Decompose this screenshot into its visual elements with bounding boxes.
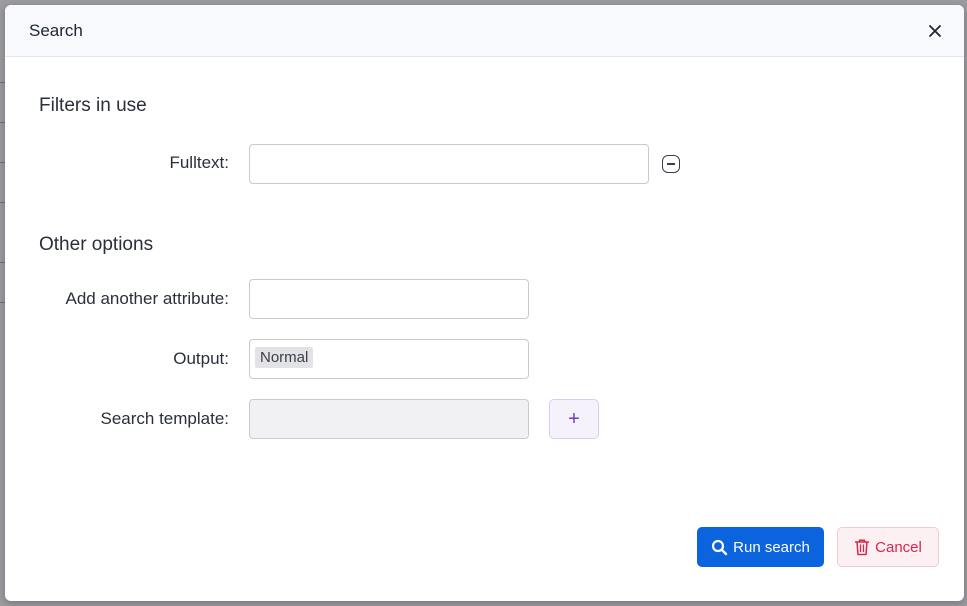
- run-search-button[interactable]: Run search: [697, 527, 824, 567]
- cancel-button[interactable]: Cancel: [837, 527, 939, 567]
- plus-icon: +: [568, 407, 580, 430]
- fulltext-label: Fulltext:: [169, 153, 229, 172]
- search-icon: [712, 539, 728, 555]
- add-template-button[interactable]: +: [549, 399, 599, 439]
- run-search-label: Run search: [733, 538, 810, 556]
- dialog-header: Search: [5, 5, 964, 57]
- output-selected-tag[interactable]: Normal: [255, 347, 314, 368]
- add-attribute-label: Add another attribute:: [65, 289, 229, 308]
- add-attribute-input[interactable]: [250, 280, 528, 318]
- trash-icon: [854, 539, 870, 556]
- cancel-label: Cancel: [875, 538, 922, 556]
- close-button[interactable]: [924, 20, 946, 42]
- fulltext-field-wrapper: [249, 144, 649, 184]
- fulltext-input[interactable]: [250, 145, 648, 183]
- section-title-filters: Filters in use: [39, 95, 147, 116]
- remove-filter-icon[interactable]: [662, 155, 680, 173]
- output-select[interactable]: Normal: [249, 339, 529, 379]
- search-template-select[interactable]: [249, 399, 529, 439]
- close-icon: [929, 25, 941, 37]
- search-template-label: Search template:: [100, 409, 229, 428]
- search-dialog: Search Filters in use Fulltext: Other op…: [5, 5, 964, 601]
- output-label: Output:: [173, 349, 229, 368]
- add-attribute-field-wrapper: [249, 279, 529, 319]
- section-title-other-options: Other options: [39, 234, 154, 255]
- dialog-title: Search: [29, 21, 83, 40]
